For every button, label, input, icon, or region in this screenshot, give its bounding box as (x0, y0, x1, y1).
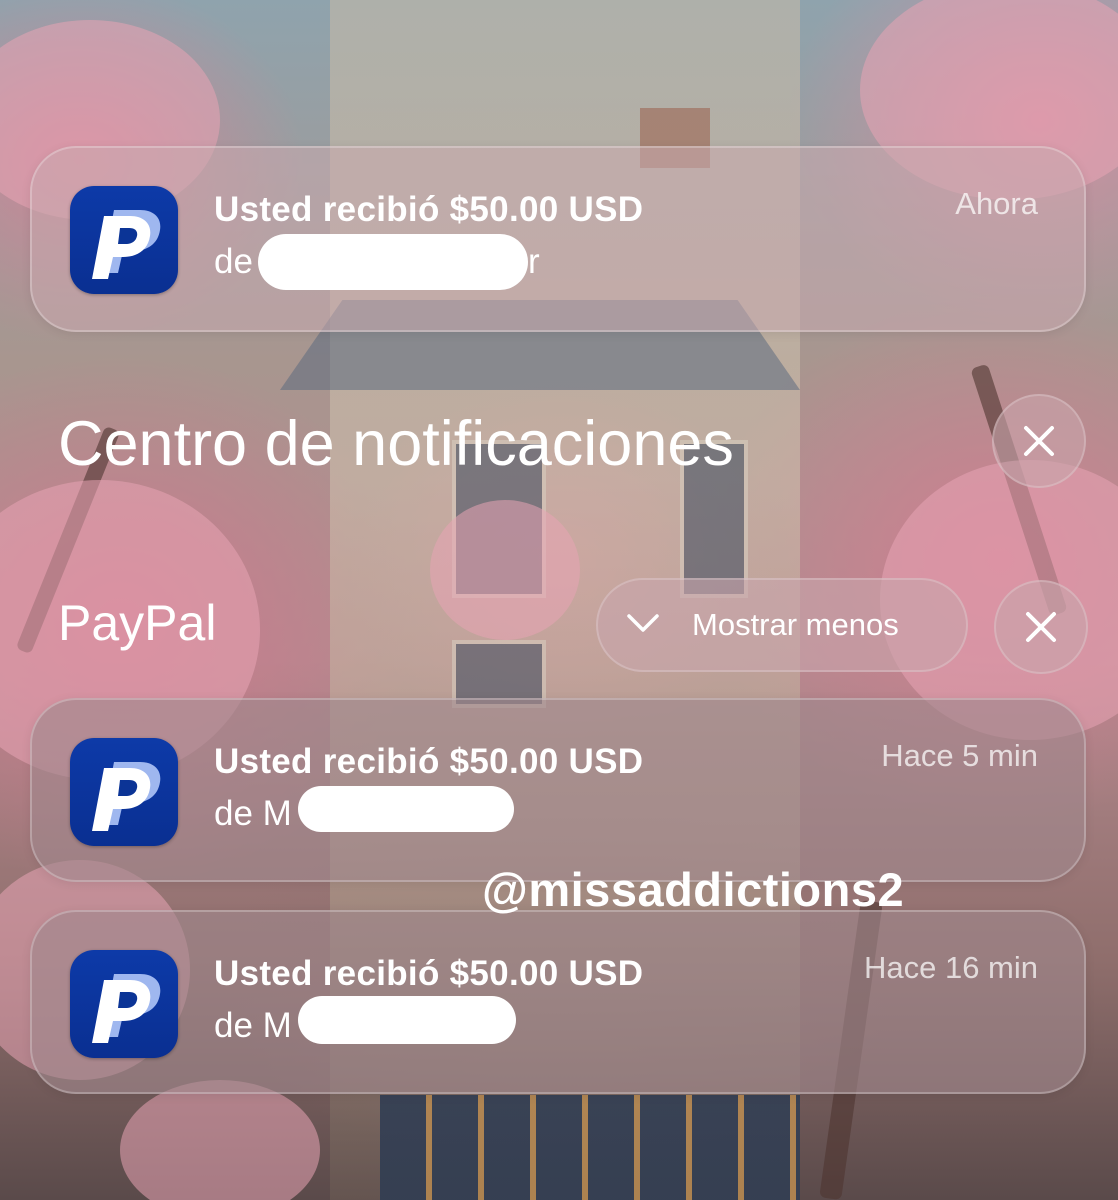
notification-time: Ahora (955, 186, 1038, 221)
redaction-mark (298, 996, 516, 1044)
show-less-label: Mostrar menos (692, 607, 899, 642)
clear-group-button[interactable] (994, 580, 1088, 674)
paypal-icon (70, 950, 178, 1058)
paypal-icon (70, 738, 178, 846)
close-icon (1024, 426, 1054, 456)
close-icon (1026, 612, 1056, 642)
notification-sender-suffix: r (528, 242, 540, 281)
chevron-down-icon (627, 614, 659, 632)
notification-sender-prefix: de (214, 242, 253, 281)
notification-time: Hace 5 min (881, 738, 1038, 773)
redaction-mark (298, 786, 514, 832)
group-title: PayPal (58, 595, 217, 651)
redaction-mark (258, 234, 528, 290)
notification-card[interactable]: Usted recibió $50.00 USD de r Ahora (30, 146, 1086, 332)
notification-title: Usted recibió $50.00 USD (214, 190, 644, 229)
wallpaper-shopfront (380, 1095, 800, 1200)
wallpaper-blossom (120, 1080, 320, 1200)
notification-card[interactable]: Usted recibió $50.00 USD de M Hace 16 mi… (30, 910, 1086, 1094)
wallpaper-blossom (430, 500, 580, 640)
notification-title: Usted recibió $50.00 USD (214, 954, 644, 993)
paypal-icon (70, 186, 178, 294)
notification-body: de M (214, 1006, 292, 1045)
watermark-text: @missaddictions2 (482, 863, 905, 916)
notification-title: Usted recibió $50.00 USD (214, 742, 644, 781)
notification-body: de M (214, 794, 292, 833)
page-title: Centro de notificaciones (58, 409, 734, 479)
notification-card[interactable]: Usted recibió $50.00 USD de M Hace 5 min (30, 698, 1086, 882)
clear-all-button[interactable] (992, 394, 1086, 488)
show-less-button[interactable]: Mostrar menos (596, 578, 968, 672)
notification-body: de (214, 242, 253, 282)
notification-time: Hace 16 min (863, 950, 1038, 985)
